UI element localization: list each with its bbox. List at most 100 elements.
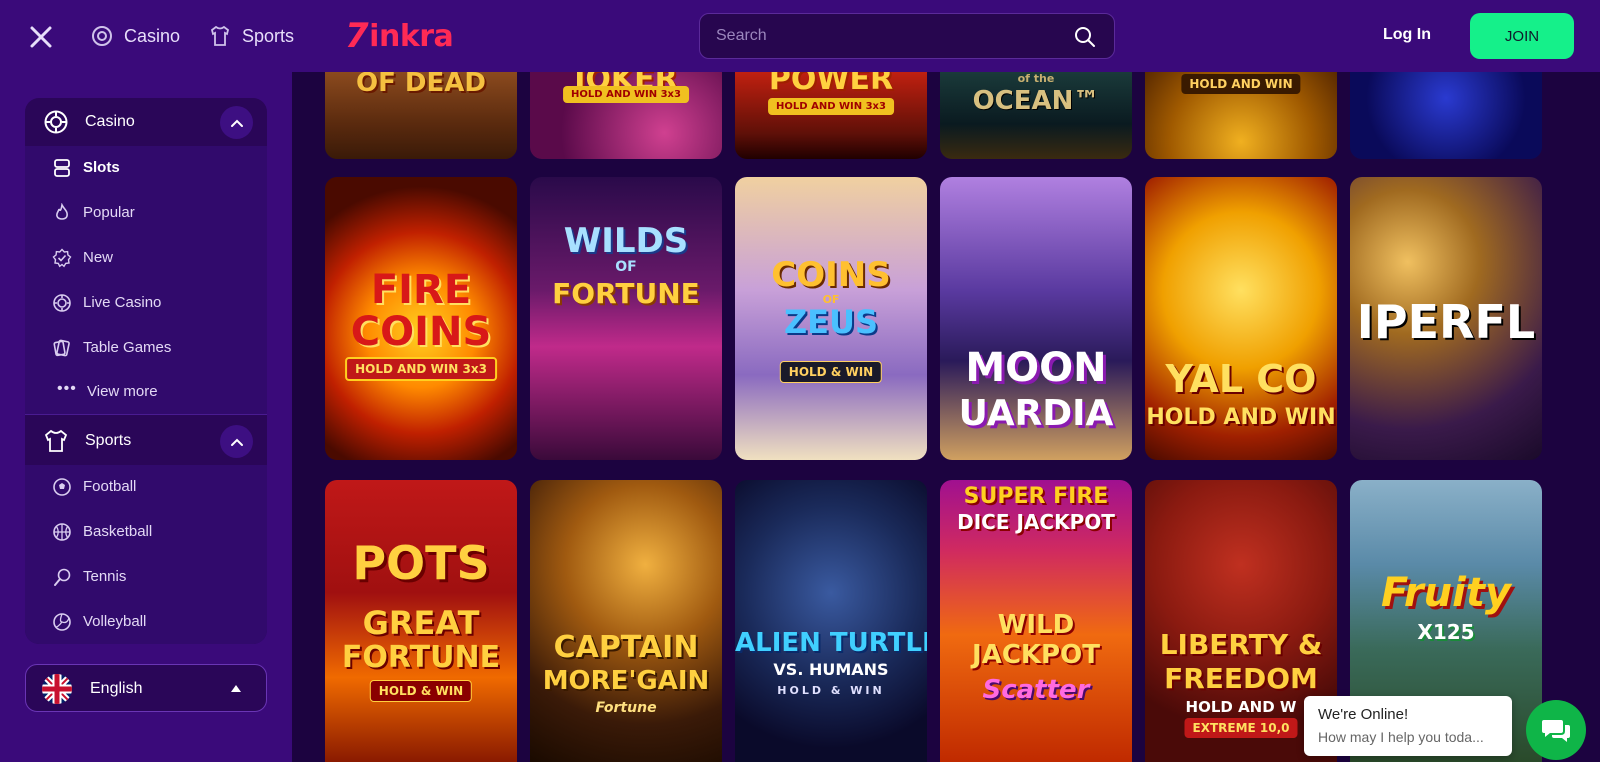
casino-submenu: Slots Popular New Live Casino Table Game… (25, 146, 267, 414)
game-title: MOON (965, 345, 1107, 391)
chat-open-button[interactable] (1526, 700, 1586, 760)
games-grid: OF DEAD JOKER HOLD AND WIN 3x3 POWER HOL… (292, 72, 1600, 762)
game-tile-coins-of-zeus[interactable]: COINS OF ZEUS HOLD & WIN (735, 177, 927, 460)
game-subtitle: Fortune (595, 700, 657, 716)
login-button[interactable]: Log In (1383, 26, 1431, 44)
chip-icon (53, 294, 71, 312)
sidebar-item-volleyball[interactable]: Volleyball (25, 600, 267, 644)
sidebar-item-basketball[interactable]: Basketball (25, 510, 267, 554)
basketball-icon (53, 523, 71, 541)
casino-chip-icon (92, 26, 112, 46)
search-input[interactable] (716, 14, 1056, 58)
game-title: OF DEAD (356, 72, 486, 98)
sidebar-item-label: Football (83, 478, 137, 495)
sidebar-item-table-games[interactable]: Table Games (25, 326, 267, 370)
game-badge: HOLD AND WIN 3x3 (563, 86, 689, 103)
game-title: SUPER FIRE (963, 484, 1109, 509)
chat-title: We're Online! (1318, 706, 1409, 723)
game-tile-royal-coins[interactable]: YAL CO HOLD AND WIN (1145, 177, 1337, 460)
sidebar-item-label: Table Games (83, 339, 172, 356)
chevron-up-icon (230, 438, 243, 446)
jersey-icon (210, 25, 230, 46)
game-title: COINS (350, 309, 492, 355)
sports-section-label: Sports (85, 432, 132, 449)
section-divider (25, 414, 267, 415)
game-title: VS. HUMANS (773, 660, 889, 679)
game-tile-super-fire-dice-jackpot[interactable]: SUPER FIRE DICE JACKPOT WILD JACKPOT Sca… (940, 480, 1132, 762)
sidebar-item-label: Popular (83, 204, 135, 221)
casino-section-label: Casino (85, 113, 135, 130)
game-tile-captain-moregain[interactable]: CAPTAIN MORE'GAIN Fortune (530, 480, 722, 762)
sports-nav-label: Sports (242, 25, 295, 46)
game-title: OCEAN™ (972, 86, 1100, 116)
join-button[interactable]: JOIN (1470, 13, 1574, 59)
language-label: English (90, 680, 143, 697)
slots-icon (54, 159, 70, 177)
game-title: GREAT (362, 604, 480, 642)
chevron-up-icon (230, 119, 243, 127)
chat-icon (1542, 720, 1570, 742)
game-title: HOLD AND WIN (1146, 405, 1336, 430)
game-title: CAPTAIN (553, 630, 699, 665)
game-tile-superflip[interactable]: IPERFL (1350, 177, 1542, 460)
sidebar-item-label: New (83, 249, 114, 266)
game-tile[interactable]: of the OCEAN™ (940, 72, 1132, 159)
game-tile[interactable] (1350, 72, 1542, 159)
view-more-label: View more (87, 383, 158, 400)
flame-icon (56, 203, 68, 220)
game-title: POWER (768, 72, 894, 97)
logo-mark: 7 (345, 16, 369, 56)
football-icon (53, 478, 71, 496)
game-title: FORTUNE (341, 640, 501, 675)
casino-nav-link[interactable]: Casino (90, 22, 180, 50)
sidebar-item-label: Volleyball (83, 613, 147, 630)
logo-text: inkra (369, 18, 454, 54)
game-title: FREEDOM (1164, 662, 1318, 695)
game-tile-moon-guardians[interactable]: MOON UARDIA (940, 177, 1132, 460)
game-title: X125 (1417, 620, 1475, 644)
game-tile[interactable]: OF DEAD (325, 72, 517, 159)
game-tile[interactable]: JOKER HOLD AND WIN 3x3 (530, 72, 722, 159)
game-title: COINS (771, 255, 891, 295)
chat-subtitle: How may I help you toda... (1318, 729, 1484, 745)
sports-nav-link[interactable]: Sports (208, 22, 294, 50)
game-title: ZEUS (783, 303, 879, 341)
game-title: FORTUNE (552, 277, 700, 310)
sidebar-item-football[interactable]: Football (25, 465, 267, 509)
sidebar-item-live-casino[interactable]: Live Casino (25, 281, 267, 325)
casino-chip-icon (44, 110, 68, 134)
game-badge: Scatter (982, 675, 1090, 705)
site-logo[interactable]: 7 inkra (345, 16, 454, 56)
search-box (699, 13, 1115, 59)
game-tile[interactable]: HOLD AND WIN (1145, 72, 1337, 159)
sidebar-item-popular[interactable]: Popular (25, 191, 267, 235)
game-tile[interactable]: POWER HOLD AND WIN 3x3 (735, 72, 927, 159)
close-menu-button[interactable] (26, 22, 56, 52)
sidebar-item-new[interactable]: New (25, 236, 267, 280)
sidebar-item-label: Tennis (83, 568, 127, 585)
casino-section-header[interactable]: Casino (25, 98, 267, 146)
cards-icon (53, 339, 70, 357)
volleyball-icon (53, 613, 71, 631)
close-icon (30, 26, 52, 48)
view-more-link[interactable]: ••• View more (25, 370, 267, 414)
game-tile-wilds-of-fortune[interactable]: WILDS OF FORTUNE (530, 177, 722, 460)
game-title: FIRE (370, 267, 472, 313)
tennis-icon (54, 568, 71, 586)
game-tile-fire-coins[interactable]: FIRE COINS HOLD AND WIN 3x3 (325, 177, 517, 460)
sports-collapse-toggle[interactable] (220, 425, 253, 458)
more-dots-icon: ••• (57, 380, 77, 397)
sidebar-item-tennis[interactable]: Tennis (25, 555, 267, 599)
game-tile-pots-of-great-fortune[interactable]: POTS GREAT FORTUNE HOLD & WIN (325, 480, 517, 762)
chat-greeting-bubble[interactable]: We're Online! How may I help you toda... (1304, 696, 1512, 756)
game-tile-alien-turtles[interactable]: ALIEN TURTLES VS. HUMANS HOLD & WIN (735, 480, 927, 762)
sidebar-item-slots[interactable]: Slots (25, 146, 267, 190)
language-selector[interactable]: English (25, 664, 267, 712)
game-title: POTS (352, 536, 490, 590)
sidebar-nav-panel: Casino Slots Popular New Live Casino Tab… (25, 98, 267, 644)
game-title: ALIEN TURTLES (735, 628, 927, 658)
sports-section-header[interactable]: Sports (25, 417, 267, 465)
search-icon[interactable] (1074, 26, 1096, 48)
casino-nav-label: Casino (124, 25, 181, 46)
casino-collapse-toggle[interactable] (220, 106, 253, 139)
